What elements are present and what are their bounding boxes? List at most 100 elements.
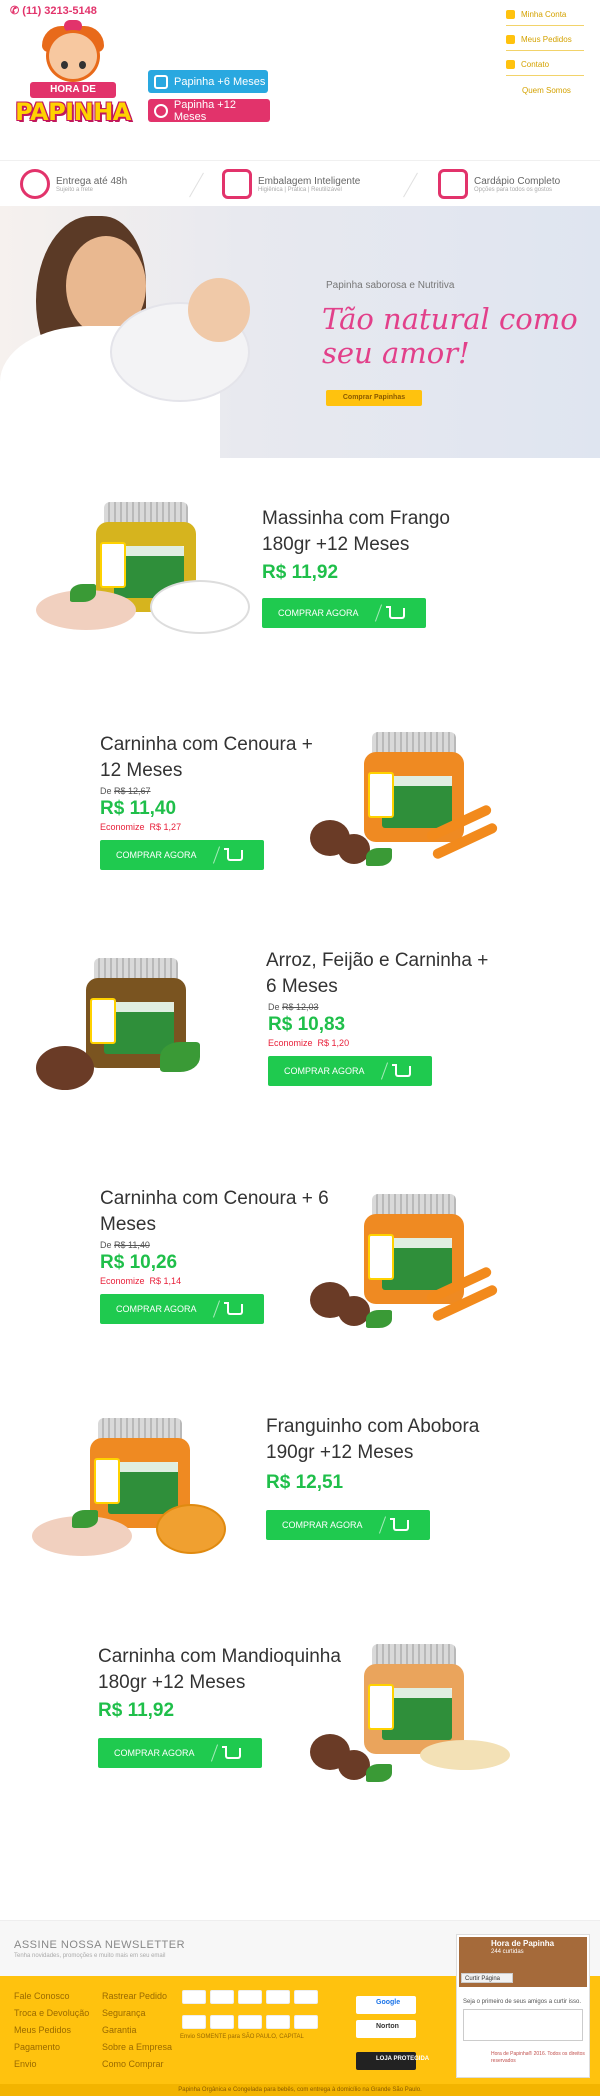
jar-lid bbox=[94, 958, 178, 980]
meus-pedidos-link[interactable]: Meus Pedidos bbox=[506, 29, 584, 51]
comprar-papinhas-button[interactable]: Comprar Papinhas bbox=[326, 390, 422, 406]
boleto-icon bbox=[294, 1990, 318, 2004]
aura-card-icon bbox=[238, 2015, 262, 2029]
savings-prefix: Economize bbox=[100, 822, 145, 832]
facebook-comment-box[interactable] bbox=[463, 2009, 583, 2041]
logo-name: PAPINHA bbox=[15, 98, 131, 126]
footer-link[interactable]: Garantia bbox=[102, 2022, 172, 2039]
elo-card-icon bbox=[182, 2015, 206, 2029]
feature-title: Embalagem Inteligente bbox=[258, 175, 361, 187]
cart-icon bbox=[154, 74, 168, 89]
cart-icon bbox=[222, 1745, 241, 1759]
papinha-6-meses-button[interactable]: Papinha +6 Meses bbox=[148, 70, 268, 93]
old-price-prefix: De bbox=[100, 786, 112, 796]
cart-icon bbox=[392, 1063, 411, 1077]
herb-image bbox=[72, 1510, 98, 1528]
hero-banner: Papinha saborosa e Nutritiva Tão natural… bbox=[0, 206, 600, 458]
product-card: Carninha com Cenoura + 6 Meses De R$ 11,… bbox=[0, 1152, 600, 1382]
footer-link[interactable]: Fale Conosco bbox=[14, 1988, 89, 2005]
newsletter-subtitle: Tenha novidades, promoções e muito mais … bbox=[14, 1953, 166, 1959]
feature-subtitle: Sujeito a frete bbox=[56, 186, 94, 193]
comprar-agora-button[interactable]: COMPRAR AGORA bbox=[98, 1738, 262, 1768]
feature-title: Cardápio Completo bbox=[474, 175, 561, 187]
product-savings: Economize R$ 1,27 bbox=[100, 822, 181, 832]
product-name[interactable]: Arroz, Feijão e Carninha + 6 Meses bbox=[266, 948, 496, 1000]
facebook-prompt: Seja o primeiro de seus amigos a curtir … bbox=[463, 1999, 582, 2005]
facebook-like-button[interactable]: Curtir Página bbox=[461, 1973, 513, 1983]
logo-eye bbox=[79, 61, 86, 69]
footer-link[interactable]: Envio bbox=[14, 2056, 89, 2073]
product-price: R$ 10,83 bbox=[268, 1014, 346, 1035]
discover-card-icon bbox=[294, 2015, 318, 2029]
visa-card-icon bbox=[182, 1990, 206, 2004]
old-price-value: R$ 12,03 bbox=[282, 1002, 319, 1012]
hipercard-card-icon bbox=[210, 2015, 234, 2029]
comprar-agora-button[interactable]: COMPRAR AGORA bbox=[100, 840, 264, 870]
comprar-agora-button[interactable]: COMPRAR AGORA bbox=[100, 1294, 264, 1324]
product-name[interactable]: Carninha com Cenoura + 6 Meses bbox=[100, 1186, 330, 1238]
menu-icon bbox=[438, 169, 468, 199]
comprar-agora-button[interactable]: COMPRAR AGORA bbox=[268, 1056, 432, 1086]
newsletter-title: ASSINE NOSSA NEWSLETTER bbox=[14, 1939, 186, 1951]
phone-number[interactable]: ✆ (11) 3213-5148 bbox=[10, 4, 97, 17]
product-name[interactable]: Franguinho com Abobora 190gr +12 Meses bbox=[266, 1414, 496, 1466]
comprar-agora-button[interactable]: COMPRAR AGORA bbox=[266, 1510, 430, 1540]
herb-image bbox=[366, 848, 392, 866]
hero-title: Tão natural como seu amor! bbox=[322, 302, 578, 370]
product-price: R$ 10,26 bbox=[100, 1252, 178, 1273]
spinach-image bbox=[160, 1042, 200, 1072]
page: ✆ (11) 3213-5148 HORA DE PAPINHA Papinha… bbox=[0, 0, 600, 2096]
copyright-bar: Papinha Orgânica e Congelada para bebês,… bbox=[0, 2084, 600, 2096]
footer-link[interactable]: Pagamento bbox=[14, 2039, 89, 2056]
contato-link[interactable]: Contato bbox=[506, 54, 584, 76]
facebook-page-name[interactable]: Hora de Papinha bbox=[491, 1939, 554, 1948]
feature-delivery: Entrega até 48h Sujeito a frete bbox=[20, 161, 127, 207]
old-price-value: R$ 12,67 bbox=[114, 786, 151, 796]
mastercard-card-icon bbox=[210, 1990, 234, 2004]
product-old-price: De R$ 11,40 bbox=[100, 1240, 150, 1250]
product-list: Massinha com Frango 180gr +12 Meses R$ 1… bbox=[0, 458, 600, 1920]
footer-link[interactable]: Segurança bbox=[102, 2005, 172, 2022]
jar-lid bbox=[372, 1644, 456, 1666]
norton-seal-label: Norton bbox=[376, 2023, 399, 2030]
product-name[interactable]: Carninha com Cenoura + 12 Meses bbox=[100, 732, 330, 784]
facebook-widget: Hora de Papinha 244 curtidas Curtir Pági… bbox=[456, 1934, 590, 2078]
product-card: Carninha com Cenoura + 12 Meses De R$ 12… bbox=[0, 688, 600, 918]
papinha-12-meses-button[interactable]: Papinha +12 Meses bbox=[148, 99, 270, 123]
cart-icon bbox=[390, 1517, 409, 1531]
hero-subtitle: Papinha saborosa e Nutritiva bbox=[326, 280, 455, 291]
feature-menu: Cardápio Completo Opções para todos os go… bbox=[438, 161, 560, 207]
product-price: R$ 11,92 bbox=[262, 562, 339, 583]
minha-conta-link[interactable]: Minha Conta bbox=[506, 4, 584, 26]
logo-face bbox=[46, 30, 100, 82]
package-icon bbox=[222, 169, 252, 199]
jar-lid bbox=[98, 1418, 182, 1440]
product-card: Arroz, Feijão e Carninha + 6 Meses De R$… bbox=[0, 918, 600, 1152]
footer-link[interactable]: Rastrear Pedido bbox=[102, 1988, 172, 2005]
hero-baby-head bbox=[188, 278, 250, 342]
product-savings: Economize R$ 1,14 bbox=[100, 1276, 181, 1286]
product-jar-image[interactable] bbox=[364, 1644, 464, 1754]
feature-packaging: Embalagem Inteligente Higiênica | Prática… bbox=[222, 161, 360, 207]
savings-value: R$ 1,20 bbox=[317, 1038, 350, 1048]
product-name[interactable]: Massinha com Frango 180gr +12 Meses bbox=[262, 506, 462, 558]
product-card: Carninha com Mandioquinha 180gr +12 Mese… bbox=[0, 1614, 600, 1844]
footer-link[interactable]: Troca e Devolução bbox=[14, 2005, 89, 2022]
footer-link[interactable]: Sobre a Empresa bbox=[102, 2039, 172, 2056]
button-label: COMPRAR AGORA bbox=[114, 1748, 195, 1758]
jar-lid bbox=[104, 502, 188, 524]
footer-links-col1: Fale Conosco Troca e Devolução Meus Pedi… bbox=[14, 1988, 89, 2073]
product-name[interactable]: Carninha com Mandioquinha 180gr +12 Mese… bbox=[98, 1644, 358, 1696]
cart-icon bbox=[506, 35, 515, 44]
comprar-agora-button[interactable]: COMPRAR AGORA bbox=[262, 598, 426, 628]
logo-eye bbox=[61, 61, 68, 69]
quem-somos-link[interactable]: Quem Somos bbox=[522, 86, 571, 95]
feature-title: Entrega até 48h bbox=[56, 175, 128, 187]
footer-link[interactable]: Meus Pedidos bbox=[14, 2022, 89, 2039]
footer-link[interactable]: Como Comprar bbox=[102, 2056, 172, 2073]
divider bbox=[189, 172, 204, 198]
header: ✆ (11) 3213-5148 HORA DE PAPINHA Papinha… bbox=[0, 0, 600, 160]
jar-lid bbox=[372, 732, 456, 754]
product-savings: Economize R$ 1,20 bbox=[268, 1038, 349, 1048]
logo[interactable]: HORA DE PAPINHA bbox=[12, 20, 134, 130]
